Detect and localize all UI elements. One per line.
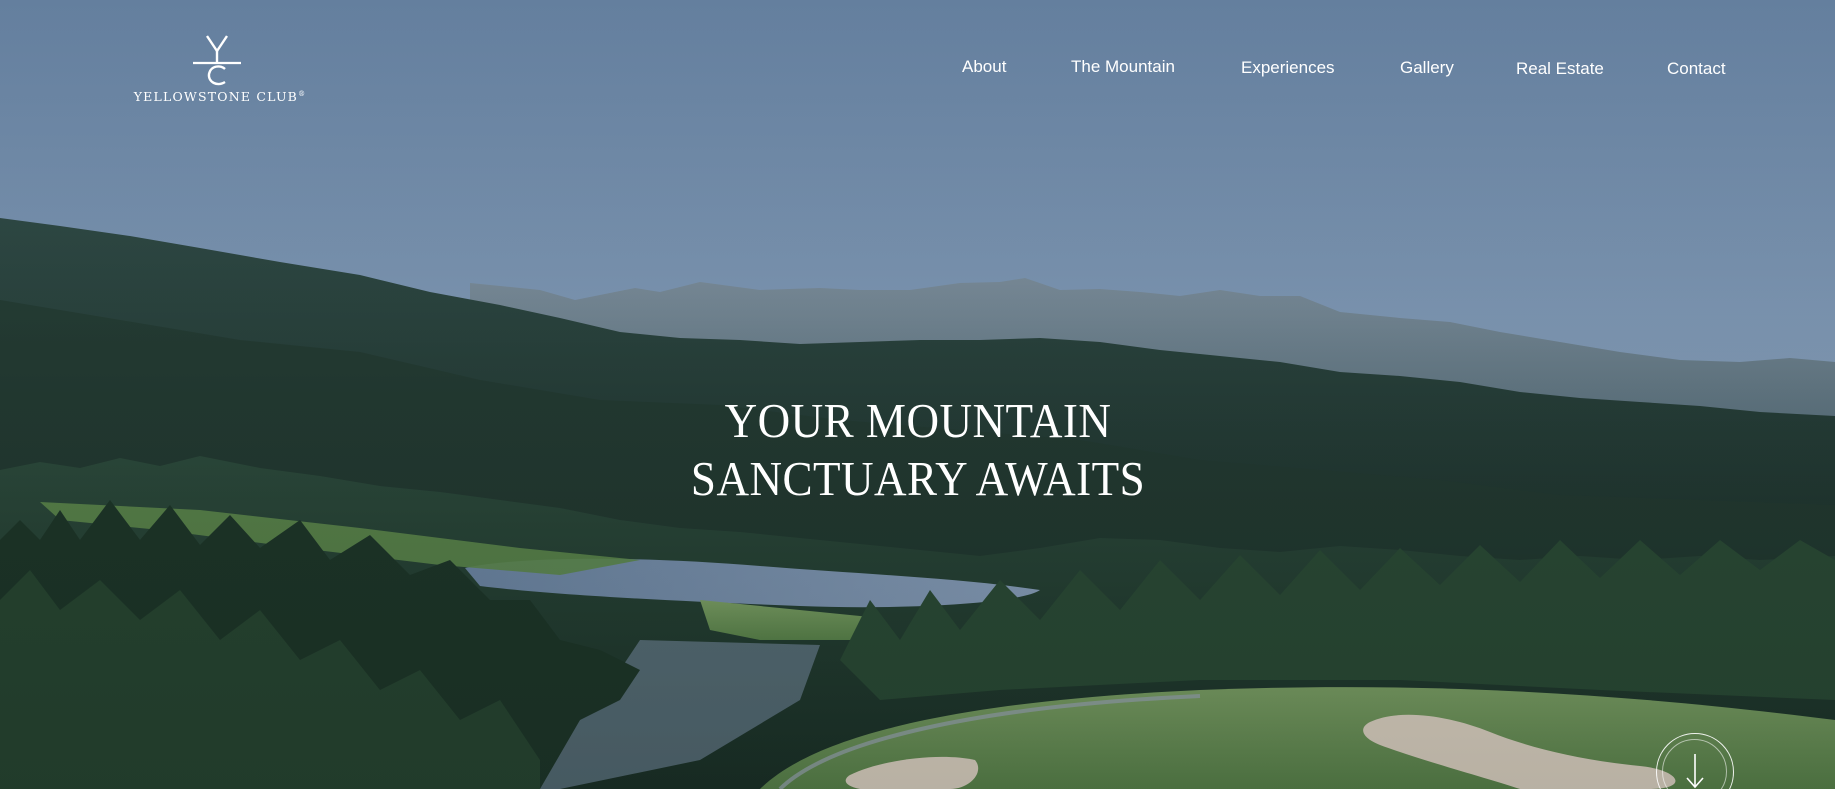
hero-headline: YOUR MOUNTAIN SANCTUARY AWAITS xyxy=(74,392,1762,508)
hero-headline-line2: SANCTUARY AWAITS xyxy=(690,451,1146,506)
nav-real-estate[interactable]: Real Estate xyxy=(1516,59,1604,79)
yc-monogram-icon xyxy=(193,35,241,86)
nav-experiences[interactable]: Experiences xyxy=(1241,58,1335,78)
site-logo[interactable]: YELLOWSTONE CLUB® xyxy=(115,34,325,106)
nav-gallery[interactable]: Gallery xyxy=(1400,58,1454,78)
logo-wordmark: YELLOWSTONE CLUB® xyxy=(133,89,307,104)
nav-the-mountain[interactable]: The Mountain xyxy=(1071,57,1175,77)
nav-contact[interactable]: Contact xyxy=(1667,59,1726,79)
nav-about[interactable]: About xyxy=(962,57,1006,77)
hero-headline-line1: YOUR MOUNTAIN xyxy=(724,393,1112,448)
arrow-down-icon xyxy=(1686,754,1704,789)
hero-section: YELLOWSTONE CLUB® About The Mountain Exp… xyxy=(0,0,1835,789)
